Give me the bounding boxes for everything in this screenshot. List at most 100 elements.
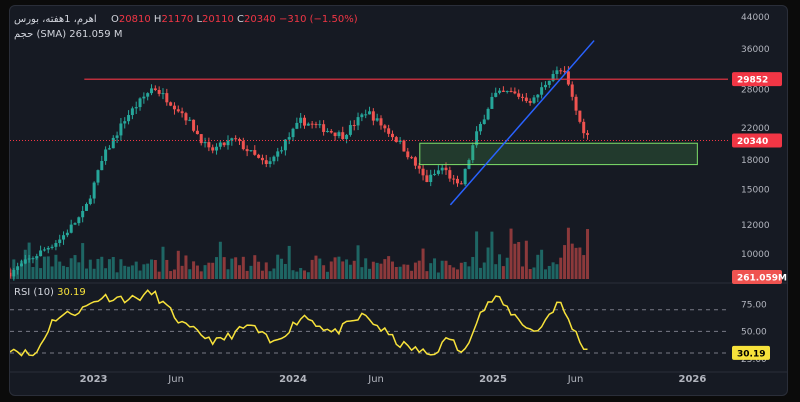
candle-body [207, 142, 211, 148]
candle-body [459, 183, 463, 185]
rsi-label[interactable]: RSI (10) [14, 287, 54, 298]
candle-body [100, 160, 104, 171]
volume-bar [180, 265, 184, 279]
candle-body [46, 247, 50, 250]
candle-body [73, 223, 77, 225]
volume-bar [195, 265, 199, 279]
volume-bar [12, 259, 16, 279]
volume-bar [42, 256, 46, 279]
candle-body [165, 93, 169, 103]
volume-bar [104, 268, 108, 279]
candle-body [341, 132, 345, 139]
candle-body [505, 90, 509, 92]
rsi-badge: 30.19 [732, 345, 770, 360]
volume-bar [73, 255, 77, 279]
volume-label[interactable]: حجم (SMA) [14, 29, 66, 40]
candle-body [138, 98, 142, 108]
candle-body [77, 217, 81, 224]
volume-bar [517, 242, 521, 279]
candle-body [345, 134, 349, 139]
volume-bar [134, 261, 138, 279]
candle-body [199, 134, 203, 144]
high-value: 21170 [161, 14, 194, 25]
price-axis-tick-label: 44000 [741, 13, 770, 23]
candle-body [387, 128, 391, 134]
volume-bar [578, 247, 582, 279]
candle-body [440, 167, 444, 171]
volume-bar [566, 227, 570, 279]
rsi-badge-label: 30.19 [737, 349, 765, 359]
volume-bar [146, 263, 150, 279]
candle-body [54, 243, 58, 247]
candle-body [81, 210, 85, 218]
volume-bar [157, 271, 161, 279]
volume-bar [471, 256, 475, 279]
volume-bar [467, 266, 471, 279]
volume-bar [379, 263, 383, 279]
candle-body [188, 119, 192, 121]
price-axis-tick-label: 10000 [741, 250, 770, 260]
volume-bar [356, 245, 360, 279]
price-axis-tick-label: 18000 [741, 156, 770, 166]
volume-bar [123, 265, 127, 279]
price-badge-label: 20340 [737, 137, 768, 147]
candle-body [364, 114, 368, 116]
volume-bar [27, 242, 31, 279]
volume-bar [276, 254, 280, 279]
candle-body [88, 198, 92, 205]
candle-body [486, 108, 490, 120]
volume-bar [371, 261, 375, 279]
candle-body [241, 141, 245, 150]
volume-bar [111, 257, 115, 279]
rsi-axis-tick-label: 50.00 [741, 327, 767, 337]
candle-body [180, 111, 184, 114]
volume-bar [455, 269, 459, 279]
candle-body [383, 125, 387, 129]
volume-bar [528, 269, 532, 279]
volume-bar [188, 269, 192, 279]
volume-bar [241, 256, 245, 279]
candle-body [329, 130, 333, 133]
price-axis-tick-label: 36000 [741, 45, 770, 55]
volume-bar [555, 264, 559, 279]
volume-bar [142, 264, 146, 279]
volume-bar [150, 259, 154, 279]
volume-bar [215, 257, 219, 279]
price-chart[interactable]: 44000 36000 28000 22000 18000 15000 12000 10000… [10, 6, 787, 395]
rsi-legend: RSI (10) 30.19 [14, 287, 86, 298]
candle-body [322, 124, 326, 132]
candle-body [578, 110, 582, 122]
candle-body [436, 170, 440, 174]
time-axis-tick-label: 2025 [479, 374, 507, 385]
candle-body [586, 133, 590, 135]
volume-bar [35, 256, 39, 279]
volume-bar [452, 267, 456, 279]
candle-body [543, 84, 547, 88]
volume-bar [62, 265, 66, 279]
candle-body [257, 154, 261, 158]
volume-bar [574, 247, 578, 279]
candle-body [172, 105, 176, 110]
candle-body [107, 148, 111, 150]
volume-bar [203, 265, 207, 279]
volume-bar [352, 260, 356, 279]
candle-body [130, 108, 134, 116]
symbol-label[interactable]: اهرم، 1هفته، بورس [14, 14, 97, 25]
volume-bar [299, 268, 303, 279]
candle-body [375, 118, 379, 121]
volume-bar [444, 260, 448, 279]
candle-body [245, 149, 249, 152]
candle-body [92, 182, 96, 199]
volume-bar [65, 267, 69, 279]
volume-bar [234, 257, 238, 279]
candle-body [150, 88, 154, 94]
volume-bar [329, 261, 333, 279]
volume-bar [536, 254, 540, 279]
change-value: −310 (−1.50%) [279, 14, 358, 25]
candle-body [494, 92, 498, 97]
candle-body [547, 80, 551, 85]
volume-bar [570, 243, 574, 279]
price-axis-tick-label: 15000 [741, 185, 770, 195]
candle-body [513, 91, 517, 94]
candle-body [368, 111, 372, 115]
